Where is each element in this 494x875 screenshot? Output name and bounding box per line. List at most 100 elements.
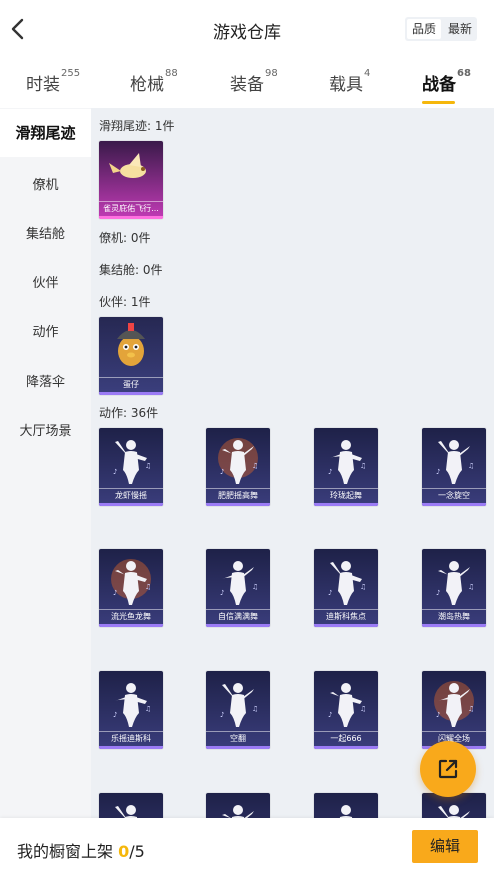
svg-text:♪: ♪ bbox=[436, 468, 440, 476]
egg-partner-icon bbox=[117, 323, 145, 366]
section-label-emote: 动作: 36件 bbox=[99, 406, 159, 420]
emote-card[interactable]: ♪ ♫ 龙虾慢摇 bbox=[99, 428, 163, 506]
tab-count: 255 bbox=[61, 68, 81, 79]
emote-card[interactable]: ♪ ♫ 一起666 bbox=[314, 671, 378, 749]
item-name: 迪斯科焦点 bbox=[314, 609, 378, 624]
svg-text:♪: ♪ bbox=[328, 711, 332, 719]
tab-battle-prep[interactable]: 战备68 bbox=[422, 68, 471, 104]
rarity-stripe bbox=[206, 624, 270, 627]
tab-weapons[interactable]: 枪械88 bbox=[130, 68, 178, 95]
sort-quality-button[interactable]: 品质 bbox=[407, 19, 441, 39]
sidebar-item-emote[interactable]: 动作 bbox=[0, 321, 91, 340]
category-tabs: 时装255 枪械88 装备98 载具4 战备68 bbox=[0, 58, 494, 108]
rarity-stripe bbox=[99, 624, 163, 627]
warehouse-page: 游戏仓库 品质 最新 时装255 枪械88 装备98 载具4 战备68 滑翔尾迹… bbox=[0, 0, 494, 875]
svg-text:♫: ♫ bbox=[145, 705, 151, 713]
sidebar-item-wingman[interactable]: 僚机 bbox=[0, 174, 91, 193]
item-name: 乐摇迪斯科 bbox=[99, 731, 163, 746]
shelf-count: 0 bbox=[118, 842, 130, 861]
svg-text:♪: ♪ bbox=[220, 589, 224, 597]
rarity-stripe bbox=[99, 746, 163, 749]
item-card[interactable]: 蛋仔 bbox=[99, 317, 163, 395]
item-name: 雀灵庇佑飞行... bbox=[99, 201, 163, 216]
emote-card[interactable]: ♪ ♫ 空翻 bbox=[206, 671, 270, 749]
item-card[interactable]: 雀灵庇佑飞行... bbox=[99, 141, 163, 219]
svg-text:♫: ♫ bbox=[360, 705, 366, 713]
svg-text:♫: ♫ bbox=[252, 462, 258, 470]
share-button[interactable] bbox=[420, 741, 476, 797]
sort-toggle[interactable]: 品质 最新 bbox=[405, 17, 477, 41]
sidebar-item-parachute[interactable]: 降落伞 bbox=[0, 371, 91, 390]
tab-label: 装备 bbox=[230, 75, 264, 95]
emote-card[interactable]: ♪ ♫ 迪斯科焦点 bbox=[314, 549, 378, 627]
item-name: 肥肥摇高舞 bbox=[206, 488, 270, 503]
svg-text:♪: ♪ bbox=[113, 711, 117, 719]
emote-card[interactable]: ♪ ♫ 流光鱼龙舞 bbox=[99, 549, 163, 627]
tab-count: 88 bbox=[165, 68, 178, 79]
sidebar-item-partner[interactable]: 伙伴 bbox=[0, 272, 91, 291]
item-name: 蛋仔 bbox=[99, 377, 163, 392]
item-name: 自信满满舞 bbox=[206, 609, 270, 624]
rarity-stripe bbox=[314, 624, 378, 627]
rarity-stripe bbox=[314, 503, 378, 506]
emote-card[interactable]: ♪ ♫ 玲珑起舞 bbox=[314, 428, 378, 506]
sidebar: 滑翔尾迹 僚机 集结舱 伙伴 动作 降落伞 大厅场景 bbox=[0, 108, 91, 875]
rarity-stripe bbox=[422, 624, 486, 627]
emote-card[interactable]: ♪ ♫ 乐摇迪斯科 bbox=[99, 671, 163, 749]
svg-text:♫: ♫ bbox=[360, 583, 366, 591]
emote-card[interactable]: ♪ ♫ 肥肥摇高舞 bbox=[206, 428, 270, 506]
svg-text:♪: ♪ bbox=[328, 468, 332, 476]
share-external-icon bbox=[438, 759, 458, 779]
rarity-stripe bbox=[206, 503, 270, 506]
tab-label: 载具 bbox=[329, 75, 363, 95]
sidebar-item-glide-trail[interactable]: 滑翔尾迹 bbox=[0, 109, 91, 157]
sidebar-item-lobby-scene[interactable]: 大厅场景 bbox=[0, 420, 91, 439]
svg-text:♫: ♫ bbox=[468, 583, 474, 591]
tab-label: 战备 bbox=[422, 75, 456, 95]
rarity-stripe bbox=[99, 216, 163, 219]
rarity-stripe bbox=[206, 746, 270, 749]
tab-vehicles[interactable]: 载具4 bbox=[329, 68, 371, 95]
rarity-stripe bbox=[99, 392, 163, 395]
svg-text:♪: ♪ bbox=[436, 711, 440, 719]
tab-label: 时装 bbox=[26, 75, 60, 95]
svg-text:♫: ♫ bbox=[145, 462, 151, 470]
item-name: 潮岛热舞 bbox=[422, 609, 486, 624]
rarity-stripe bbox=[99, 503, 163, 506]
emote-card[interactable]: ♪ ♫ 自信满满舞 bbox=[206, 549, 270, 627]
header: 游戏仓库 品质 最新 bbox=[0, 0, 494, 58]
sidebar-item-capsule[interactable]: 集结舱 bbox=[0, 223, 91, 242]
bird-trail-icon bbox=[109, 153, 146, 178]
item-name: 一起666 bbox=[314, 731, 378, 746]
emote-card[interactable]: ♪ ♫ 潮岛热舞 bbox=[422, 549, 486, 627]
svg-text:♪: ♪ bbox=[328, 589, 332, 597]
section-label-glide-trail: 滑翔尾迹: 1件 bbox=[99, 119, 175, 133]
svg-text:♫: ♫ bbox=[360, 462, 366, 470]
section-label-wingman: 僚机: 0件 bbox=[99, 231, 151, 245]
sort-newest-button[interactable]: 最新 bbox=[443, 17, 477, 41]
item-name: 一念旋空 bbox=[422, 488, 486, 503]
svg-text:♫: ♫ bbox=[468, 705, 474, 713]
svg-text:♫: ♫ bbox=[252, 583, 258, 591]
rarity-stripe bbox=[422, 503, 486, 506]
svg-text:♫: ♫ bbox=[145, 583, 151, 591]
tab-equipment[interactable]: 装备98 bbox=[230, 68, 278, 95]
tab-count: 4 bbox=[364, 68, 371, 79]
emote-card[interactable]: ♪ ♫ 一念旋空 bbox=[422, 428, 486, 506]
section-label-partner: 伙伴: 1件 bbox=[99, 295, 151, 309]
svg-text:♪: ♪ bbox=[113, 468, 117, 476]
tab-count: 68 bbox=[457, 68, 471, 79]
emote-card[interactable]: ♪ ♫ 闪耀全场 bbox=[422, 671, 486, 749]
item-name: 龙虾慢摇 bbox=[99, 488, 163, 503]
section-label-capsule: 集结舱: 0件 bbox=[99, 263, 163, 277]
shelf-label: 我的橱窗上架 bbox=[17, 842, 114, 861]
tab-count: 98 bbox=[265, 68, 278, 79]
svg-text:♫: ♫ bbox=[252, 705, 258, 713]
svg-text:♪: ♪ bbox=[113, 589, 117, 597]
edit-button[interactable]: 编辑 bbox=[412, 830, 478, 863]
svg-text:♪: ♪ bbox=[220, 468, 224, 476]
tab-fashion[interactable]: 时装255 bbox=[26, 68, 81, 95]
svg-text:♫: ♫ bbox=[468, 462, 474, 470]
item-name: 流光鱼龙舞 bbox=[99, 609, 163, 624]
svg-text:♪: ♪ bbox=[436, 589, 440, 597]
